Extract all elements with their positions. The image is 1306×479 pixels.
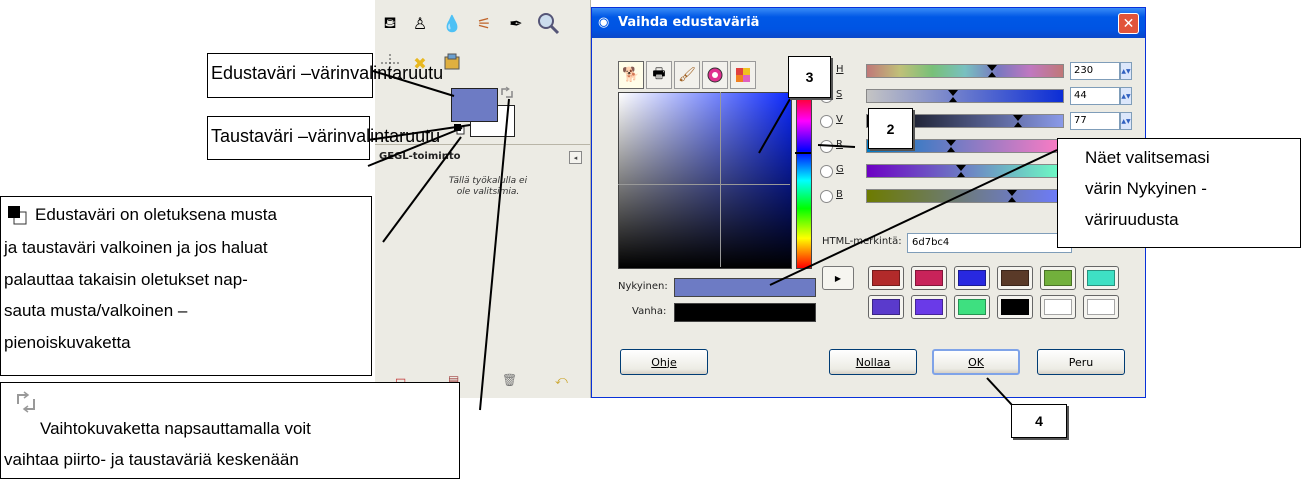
- note-line: väriruudusta: [1085, 210, 1179, 229]
- current-color-note: Näet valitsemasi värin Nykyinen - väriru…: [1057, 138, 1301, 248]
- swap-colors-icon: [14, 390, 38, 414]
- note-line: vaihtaa piirto- ja taustaväriä keskenään: [4, 450, 299, 469]
- default-colors-note: Edustaväri on oletuksena musta ja tausta…: [0, 196, 372, 376]
- note-line: Vaihtokuvaketta napsauttamalla voit: [40, 419, 311, 438]
- note-line: ja taustaväri valkoinen ja jos haluat: [4, 238, 268, 257]
- note-line: palauttaa takaisin oletukset nap-: [4, 270, 248, 289]
- callout-text: Edustaväri –värinvalintaruutu: [211, 63, 444, 83]
- note-line: Edustaväri on oletuksena musta: [35, 205, 277, 224]
- step-badge-4: 4: [1011, 404, 1067, 438]
- note-line: värin Nykyinen -: [1085, 179, 1207, 198]
- step-badge-2: 2: [868, 108, 913, 149]
- default-colors-icon: [7, 205, 27, 225]
- note-line: sauta musta/valkoinen –: [4, 301, 188, 320]
- foreground-swatch-callout: Edustaväri –värinvalintaruutu: [207, 53, 443, 98]
- swap-colors-note: Vaihtokuvaketta napsauttamalla voit vaih…: [0, 382, 460, 479]
- callout-text: Taustaväri –värinvalintaruutu: [211, 126, 441, 146]
- note-line: Näet valitsemasi: [1085, 148, 1210, 167]
- step-badge-3: 3: [788, 56, 831, 98]
- background-swatch-callout: Taustaväri –värinvalintaruutu: [207, 116, 440, 160]
- note-line: pienoiskuvaketta: [4, 333, 131, 352]
